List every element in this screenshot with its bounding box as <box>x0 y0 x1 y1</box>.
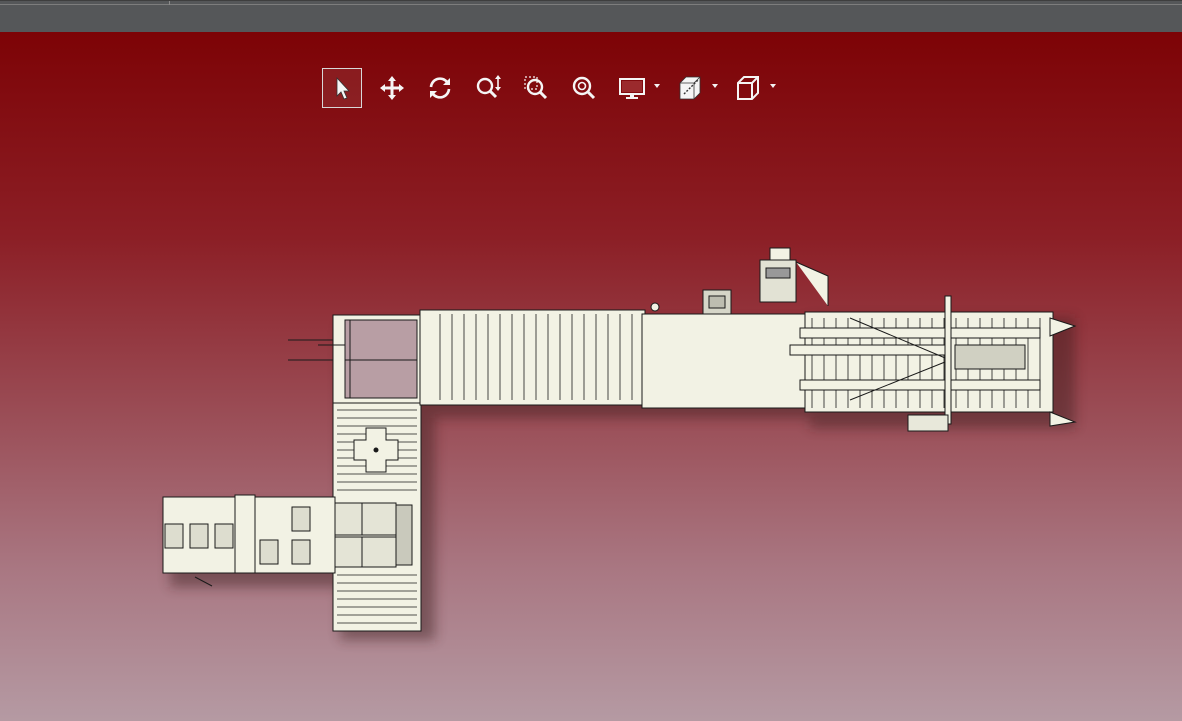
section-cube-icon <box>679 76 701 100</box>
zoom-window-tool-button[interactable] <box>516 69 556 107</box>
pan-tool-button[interactable] <box>372 69 412 107</box>
chevron-down-icon[interactable] <box>770 84 776 88</box>
rotate-tool-button[interactable] <box>420 69 460 107</box>
section-view-button[interactable] <box>670 69 718 107</box>
tab-strip-line <box>0 4 1182 5</box>
zoom-fit-icon <box>572 76 596 100</box>
zoom-tool-button[interactable] <box>468 69 508 107</box>
view-orientation-button[interactable] <box>728 69 776 107</box>
monitor-icon <box>619 78 645 99</box>
zoom-updown-icon <box>476 75 501 99</box>
zoom-window-icon <box>524 76 548 100</box>
chevron-down-icon[interactable] <box>712 84 718 88</box>
title-bar <box>0 0 1182 33</box>
view-toolbar <box>322 68 786 108</box>
display-mode-button[interactable] <box>612 69 660 107</box>
3d-viewport[interactable] <box>0 32 1182 721</box>
conveyor-assembly-model[interactable] <box>0 32 1182 721</box>
tab-separator <box>169 1 170 5</box>
move-arrows-icon <box>380 76 404 100</box>
select-tool-button[interactable] <box>322 68 362 108</box>
chevron-down-icon[interactable] <box>654 84 660 88</box>
rotate-icon <box>429 77 451 99</box>
cube-icon <box>737 76 759 100</box>
arrow-pointer-icon <box>336 76 350 100</box>
zoom-fit-tool-button[interactable] <box>564 69 604 107</box>
